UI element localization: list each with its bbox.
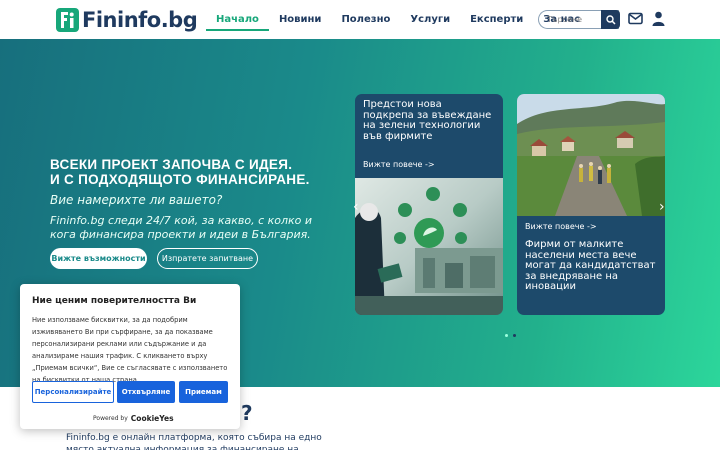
nav-item-news[interactable]: Новини [269, 0, 332, 39]
cookie-accept-button[interactable]: Приемам [179, 381, 228, 403]
cookie-consent-dialog: Ние ценим поверителността Ви Ние използв… [20, 284, 240, 429]
hero-title-line-2: И С ПОДХОДЯЩОТО ФИНАНСИРАНЕ. [50, 172, 310, 187]
section-heading-partial: ? [241, 401, 253, 425]
news-card-small-towns[interactable]: Вижте повече -> Фирми от малките населен… [517, 94, 665, 315]
logo-icon [56, 7, 79, 32]
carousel-dot[interactable] [505, 334, 508, 337]
cookie-title: Ние ценим поверителността Ви [32, 296, 197, 306]
nav-item-experts[interactable]: Експерти [460, 0, 533, 39]
news-card-green-tech[interactable]: Предстои нова подкрепа за въвеждане на з… [355, 94, 503, 315]
cookie-powered-by[interactable]: Powered by CookieYes [93, 414, 174, 423]
search-button[interactable] [601, 10, 620, 29]
card-image-green-factory [355, 178, 503, 315]
carousel-prev-arrow[interactable]: ‹ [353, 199, 359, 215]
site-header: Fininfo.bg Начало Новини Полезно Услуги … [0, 0, 720, 39]
main-nav: Начало Новини Полезно Услуги Експерти За… [206, 0, 590, 39]
cookie-reject-button[interactable]: Отхвърляне [117, 381, 175, 403]
nav-item-home[interactable]: Начало [206, 0, 269, 39]
card-more-link[interactable]: Вижте повече -> [363, 160, 435, 169]
cookie-text: Ние използваме бисквитки, за да подобрим… [32, 316, 228, 384]
search-icon [605, 14, 616, 25]
user-icon[interactable] [652, 11, 665, 26]
hero-subtitle: Вие намерихте ли вашето? [50, 193, 223, 207]
nav-item-useful[interactable]: Полезно [331, 0, 400, 39]
card-title: Фирми от малките населени места вече мог… [525, 239, 656, 292]
mail-icon[interactable] [628, 12, 643, 25]
hero-title-line-1: ВСЕКИ ПРОЕКТ ЗАПОЧВА С ИДЕЯ. [50, 157, 293, 172]
powered-by-label: Powered by [93, 415, 128, 422]
card-title: Предстои нова подкрепа за въвеждане на з… [363, 99, 492, 142]
nav-item-services[interactable]: Услуги [400, 0, 460, 39]
carousel-dot-active[interactable] [513, 334, 516, 337]
logo-text: Fininfo.bg [82, 7, 198, 32]
hero-title: ВСЕКИ ПРОЕКТ ЗАПОЧВА С ИДЕЯ. И С ПОДХОДЯ… [50, 157, 310, 187]
card-more-link[interactable]: Вижте повече -> [525, 222, 597, 231]
see-opportunities-button[interactable]: Вижте възможности [50, 248, 147, 269]
carousel-next-arrow[interactable]: › [659, 199, 665, 215]
intro-paragraph: Fininfo.bg е онлайн платформа, която съб… [66, 433, 322, 450]
hero-description: Fininfo.bg следи 24/7 кой, за какво, с к… [50, 214, 313, 241]
cookie-customize-button[interactable]: Персонализирайте [32, 381, 114, 403]
cookieyes-logo: CookieYes [130, 414, 174, 423]
site-logo[interactable]: Fininfo.bg [56, 6, 198, 33]
send-inquiry-button[interactable]: Изпратете запитване [157, 248, 258, 269]
card-image-village-road [517, 94, 665, 216]
